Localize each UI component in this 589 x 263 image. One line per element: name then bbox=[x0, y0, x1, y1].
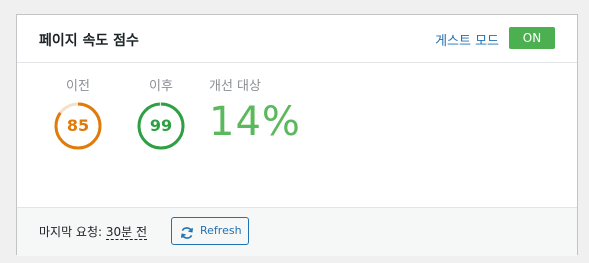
page-speed-card: 페이지 속도 점수 게스트 모드 ON 이전 85 이후 99 개선 대상 14… bbox=[16, 14, 578, 256]
refresh-icon bbox=[180, 224, 194, 239]
improvement: 개선 대상 14% bbox=[209, 75, 329, 145]
score-before-value: 85 bbox=[66, 116, 90, 135]
improvement-label: 개선 대상 bbox=[209, 79, 261, 94]
card-title: 페이지 속도 점수 bbox=[39, 33, 139, 49]
refresh-label: Refresh bbox=[200, 224, 242, 237]
card-header: 페이지 속도 점수 게스트 모드 ON bbox=[17, 15, 577, 63]
refresh-button[interactable]: Refresh bbox=[171, 217, 249, 245]
score-before: 이전 85 bbox=[48, 75, 108, 151]
score-after-label: 이후 bbox=[149, 79, 173, 94]
improvement-value: 14% bbox=[209, 99, 301, 145]
score-before-gauge: 85 bbox=[53, 101, 103, 151]
score-after-value: 99 bbox=[149, 116, 173, 135]
guest-mode-link[interactable]: 게스트 모드 bbox=[435, 30, 499, 49]
guest-mode-toggle[interactable]: ON bbox=[509, 27, 555, 49]
card-footer: 마지막 요청: 30분 전 Refresh bbox=[17, 207, 577, 256]
last-request: 마지막 요청: 30분 전 bbox=[39, 223, 148, 240]
last-request-label: 마지막 요청: bbox=[39, 225, 103, 239]
score-after: 이후 99 bbox=[131, 75, 191, 151]
score-after-gauge: 99 bbox=[136, 101, 186, 151]
last-request-ago: 30분 전 bbox=[105, 225, 148, 240]
score-before-label: 이전 bbox=[66, 79, 90, 94]
